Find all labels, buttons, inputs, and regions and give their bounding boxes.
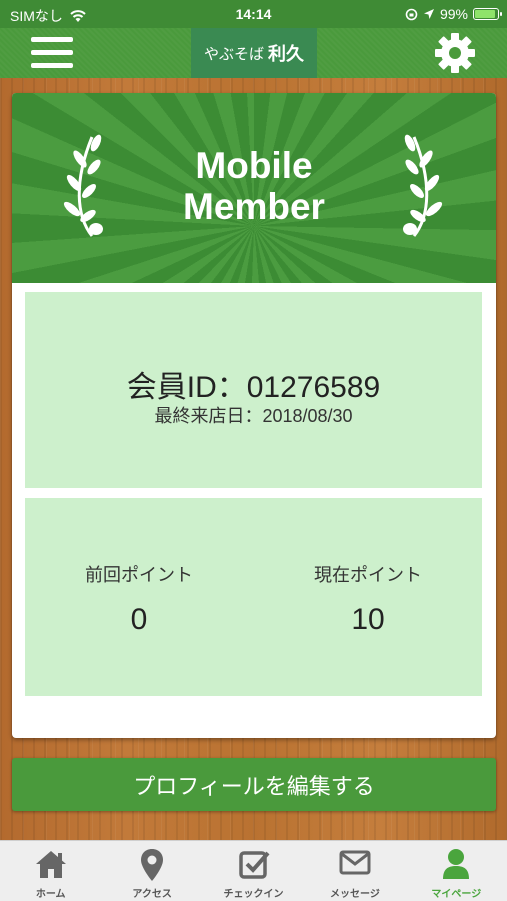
tab-home-label: ホーム: [35, 889, 66, 900]
previous-points-label: 前回ポイント: [85, 565, 193, 585]
user-icon: [443, 849, 470, 879]
tab-bar: ホーム アクセス チェックイン メッセージ マイページ: [0, 840, 507, 901]
checkin-icon: [238, 851, 270, 879]
store-logo: やぶそば 利久: [191, 28, 317, 78]
location-icon: [423, 9, 434, 19]
map-pin-icon: [141, 849, 164, 881]
tab-checkin-label: チェックイン: [223, 889, 284, 900]
tab-mypage-label: マイページ: [431, 889, 482, 900]
laurel-right-icon: [403, 134, 443, 237]
status-bar: SIMなし 14:14 99%: [0, 0, 507, 28]
orientation-lock-icon: [405, 8, 418, 20]
tab-access[interactable]: アクセス: [101, 841, 202, 901]
current-points-value: 10: [351, 603, 385, 636]
current-points-label: 現在ポイント: [314, 565, 422, 585]
member-id-panel: 会員ID：01276589 最終来店日：2018/08/30: [25, 292, 482, 488]
logo-main-text: 利久: [268, 44, 304, 65]
edit-profile-button[interactable]: プロフィールを編集する: [12, 758, 496, 811]
logo-small-text: やぶそば: [203, 44, 264, 63]
previous-points-value: 0: [130, 603, 148, 636]
points-panel: 前回ポイント 0 現在ポイント 10: [25, 498, 482, 696]
tab-access-label: アクセス: [132, 889, 172, 900]
status-right: 99%: [405, 6, 502, 22]
tab-home[interactable]: ホーム: [0, 841, 101, 901]
last-visit-date: 最終来店日：2018/08/30: [154, 406, 353, 426]
battery-icon: [473, 8, 502, 20]
home-icon: [35, 851, 66, 878]
current-points: 現在ポイント 10: [254, 561, 482, 637]
tab-mypage[interactable]: マイページ: [406, 841, 507, 901]
tab-checkin[interactable]: チェックイン: [203, 841, 304, 901]
tab-message[interactable]: メッセージ: [304, 841, 405, 901]
app-header: やぶそば 利久: [0, 28, 507, 78]
member-card: Mobile Member 会員ID：01276589 最終来店日：2018/0…: [12, 93, 496, 738]
member-banner: Mobile Member: [12, 93, 496, 283]
mail-icon: [339, 850, 371, 875]
previous-points: 前回ポイント 0: [25, 561, 253, 637]
battery-percent: 99%: [439, 6, 468, 22]
menu-button[interactable]: [31, 37, 73, 69]
settings-gear-icon[interactable]: [434, 32, 476, 74]
tab-message-label: メッセージ: [330, 889, 380, 900]
member-id: 会員ID：01276589: [126, 371, 381, 404]
